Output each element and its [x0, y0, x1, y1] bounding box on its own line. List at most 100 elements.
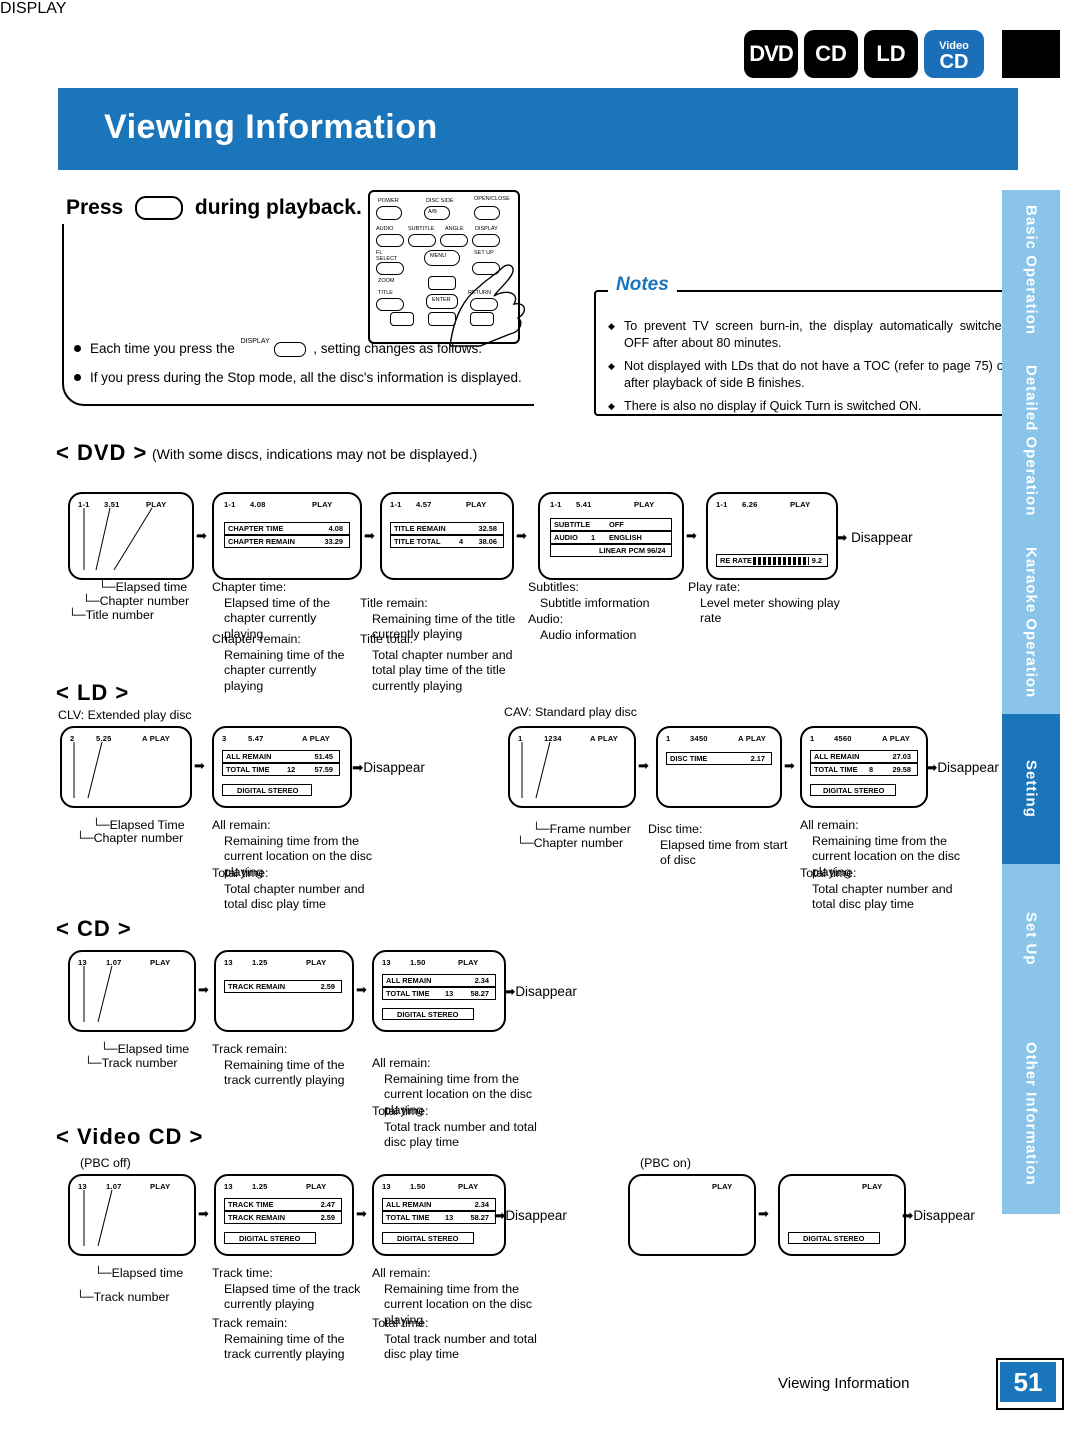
ld-cav-osd-screen-2: 1 3450 A PLAY DISC TIME 2.17 [656, 726, 782, 808]
ld-cav-osd-screen-3: 1 4560 A PLAY ALL REMAIN 27.03 TOTAL TIM… [800, 726, 928, 808]
video-cd-logo-top: Video [939, 39, 969, 52]
manual-page: DVD CD LD Video CD Viewing Information P… [0, 0, 1080, 1437]
vcd-pbc-disappear-label: ➡Disappear [902, 1208, 975, 1223]
cd-osd3-row2-value: 58.27 [470, 989, 490, 998]
cd-label-track-number: └─Track number [84, 1056, 178, 1070]
side-tab-detailed-operation[interactable]: Detailed Operation [1002, 350, 1060, 532]
ld-clv2-row2-value: 57.59 [314, 765, 334, 774]
ld-cav3-row-digital-stereo: DIGITAL STEREO [810, 784, 896, 796]
side-tab-set-up[interactable]: Set Up [1002, 864, 1060, 1014]
cd-osd2-row1-value: 2.59 [320, 982, 335, 991]
cd-osd1-leaders [83, 965, 113, 1023]
bullet-1-before: Each time you press the [90, 341, 235, 356]
dvd-label-audio: Audio: Audio information [528, 612, 637, 642]
vcd-label-elapsed-time: └─Elapsed time [94, 1266, 184, 1280]
notes-box: To prevent TV screen burn-in, the displa… [594, 290, 1022, 416]
dvd-osd2-row1-value: 4.08 [328, 524, 343, 533]
ld-clv2-row2-count: 12 [287, 765, 296, 774]
ld-cav2-status: A PLAY [738, 734, 767, 743]
cd-osd3-track: 13 [382, 958, 391, 967]
remote-left-button[interactable] [390, 312, 414, 326]
remote-key-angle: ANGLE [445, 226, 464, 232]
dvd-osd5-row-re-rate: RE RATE 9.2 [716, 554, 828, 567]
cd-osd3-status: PLAY [458, 958, 479, 967]
ld-cav3-row1-label: ALL REMAIN [814, 752, 860, 761]
ld-cav3-frame: 4560 [834, 734, 852, 743]
side-tab-karaoke-operation[interactable]: Karaoke Operation [1002, 532, 1060, 714]
press-instruction: Press during playback. [66, 196, 362, 221]
side-tab-setting[interactable]: Setting [1002, 714, 1060, 864]
remote-audio-button[interactable] [376, 234, 404, 247]
cd-osd-screen-1: 13 1.07 PLAY [68, 950, 196, 1032]
note-item-2: Not displayed with LDs that do not have … [608, 358, 1008, 392]
dvd-osd2-row2-label: CHAPTER REMAIN [228, 537, 295, 546]
ld-cav3-row-total-time: TOTAL TIME 8 29.58 [810, 763, 918, 776]
video-cd-logo-bottom: CD [939, 50, 969, 73]
vcd-osd-screen-3: 13 1.50 PLAY ALL REMAIN 2.34 TOTAL TIME … [372, 1174, 506, 1256]
dvd-arrow-1: ➡ [196, 528, 207, 543]
cd-osd3-row3-label: DIGITAL STEREO [397, 1009, 459, 1019]
cd-osd3-row1-label: ALL REMAIN [386, 976, 432, 985]
ld-cav3-status: A PLAY [882, 734, 911, 743]
dvd-label-play-rate: Play rate: Level meter showing play rate [688, 580, 840, 625]
remote-key-disc-side: DISC SIDE [426, 198, 454, 204]
dvd-osd5-title-chapter: 1-1 [716, 500, 728, 509]
ld-clv-note: CLV: Extended play disc [58, 708, 192, 722]
vcd-osd2-row2-value: 2.59 [320, 1213, 335, 1222]
ld-cav2-frame: 3450 [690, 734, 708, 743]
remote-title-button[interactable] [376, 298, 404, 311]
dvd-osd3-row-title-remain: TITLE REMAIN 32.58 [390, 522, 504, 535]
ld-clv-osd-screen-2: 3 5.47 A PLAY ALL REMAIN 51.45 TOTAL TIM… [212, 726, 352, 808]
dvd-arrow-4: ➡ [686, 528, 697, 543]
dvd-osd3-status: PLAY [466, 500, 487, 509]
remote-fl-select-button[interactable] [376, 262, 404, 275]
remote-key-display: DISPLAY [475, 226, 498, 232]
dvd-osd-screen-5: 1-1 6.26 PLAY RE RATE 9.2 [706, 492, 838, 580]
display-button-icon [135, 196, 184, 221]
vcd-osd3-row1-label: ALL REMAIN [386, 1200, 432, 1209]
dvd-osd4-title-chapter: 1-1 [550, 500, 562, 509]
ld-cav3-chapter: 1 [810, 734, 815, 743]
cd-label-total-time: Total time: Total track number and total… [372, 1104, 537, 1149]
note-item-3: There is also no display if Quick Turn i… [608, 398, 1008, 415]
cd-osd3-row2-count: 13 [445, 989, 454, 998]
cd-osd3-row-all-remain: ALL REMAIN 2.34 [382, 974, 496, 987]
dvd-osd4-status: PLAY [634, 500, 655, 509]
dvd-osd3-row1-label: TITLE REMAIN [394, 524, 446, 533]
dvd-osd4-row1-label: SUBTITLE [554, 520, 591, 529]
bullet-2-text: If you press during the Stop mode, all t… [90, 370, 522, 385]
dvd-osd2-elapsed: 4.08 [250, 500, 266, 509]
cd-logo: CD [804, 30, 858, 78]
ld-label-cav-total-time: Total time: Total chapter number and tot… [800, 866, 953, 911]
remote-open-close-button[interactable] [474, 206, 500, 220]
cd-osd-screen-3: 13 1.50 PLAY ALL REMAIN 2.34 TOTAL TIME … [372, 950, 506, 1032]
ld-clv2-row-total-time: TOTAL TIME 12 57.59 [222, 763, 340, 776]
side-tab-basic-operation[interactable]: Basic Operation [1002, 190, 1060, 350]
ld-cav-osd-screen-1: 1 1234 A PLAY [508, 726, 636, 808]
dvd-label-title-number: └─Title number [68, 608, 154, 622]
vcd-osd3-elapsed: 1.50 [410, 1182, 426, 1191]
cd-label-track-remain: Track remain: Remaining time of the trac… [212, 1042, 345, 1087]
remote-power-button[interactable] [376, 206, 402, 220]
ld-clv2-elapsed: 5.47 [248, 734, 264, 743]
dvd-osd5-level-meter [753, 557, 809, 565]
page-edge-marker [1002, 30, 1060, 78]
dvd-osd2-row2-value: 33.29 [324, 537, 344, 546]
bullet-item-2: If you press during the Stop mode, all t… [74, 365, 544, 391]
remote-subtitle-button[interactable] [408, 234, 436, 247]
dvd-osd2-title-chapter: 1-1 [224, 500, 236, 509]
press-instruction-after: during playback. [194, 196, 362, 219]
dvd-osd5-row1-label: RE RATE [720, 556, 752, 565]
vcd-osd3-row-total-time: TOTAL TIME 13 58.27 [382, 1211, 496, 1224]
video-cd-logo: Video CD [924, 30, 984, 78]
cd-osd3-row1-value: 2.34 [474, 976, 489, 985]
dvd-osd5-status: PLAY [790, 500, 811, 509]
bullet-1-button-label: DISPLAY [240, 338, 270, 345]
vcd-pbc-osd-screen-1: PLAY [628, 1174, 756, 1256]
dvd-osd3-elapsed: 4.57 [416, 500, 432, 509]
vcd-osd2-elapsed: 1.25 [252, 1182, 268, 1191]
ld-cav2-chapter: 1 [666, 734, 671, 743]
cd-disappear-label: ➡Disappear [504, 984, 577, 999]
ld-label-total-time: Total time: Total chapter number and tot… [212, 866, 365, 911]
side-tab-other-information[interactable]: Other Information [1002, 1014, 1060, 1214]
